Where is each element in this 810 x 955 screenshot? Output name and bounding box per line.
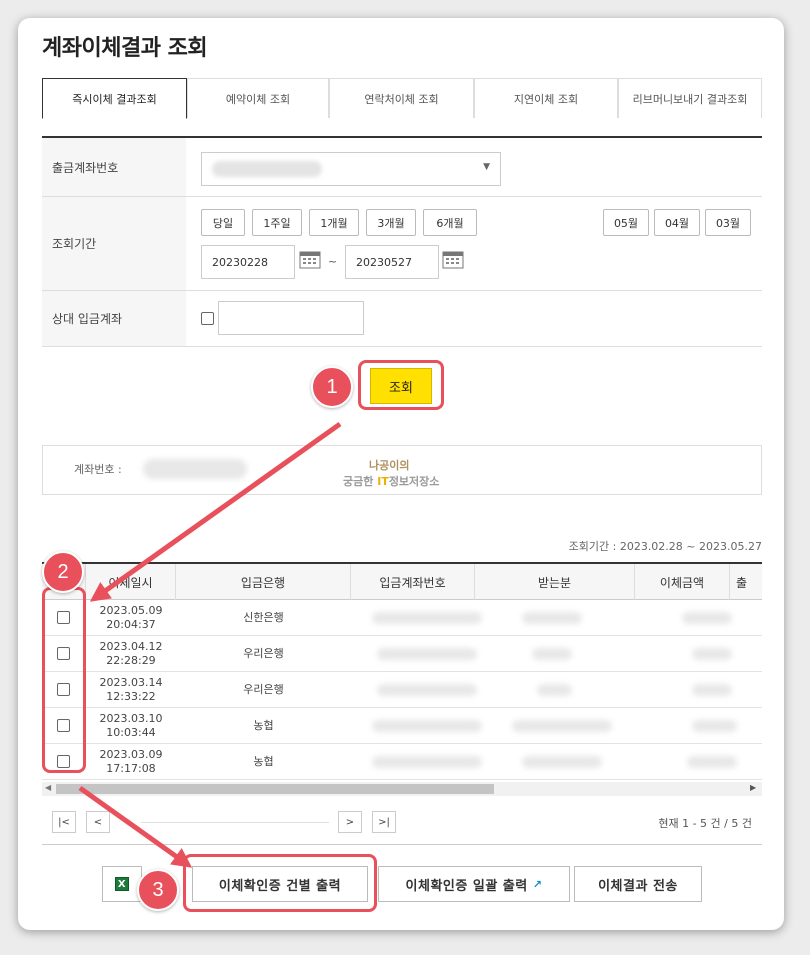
print-all-button[interactable]: 이체확인증 일괄 출력 ↗	[378, 866, 570, 902]
page-title: 계좌이체결과 조회	[42, 36, 208, 61]
chevron-down-icon: ▼	[483, 162, 490, 172]
scrollbar-thumb[interactable]	[56, 784, 494, 794]
counterparty-account-input[interactable]	[218, 301, 364, 335]
table-row[interactable]: 2023.03.14 12:33:22 우리은행	[42, 672, 762, 708]
calendar-icon[interactable]	[299, 249, 321, 269]
checkbox-highlight-box	[42, 587, 86, 773]
table-header: 이체일시 입금은행 입금계좌번호 받는분 이체금액 출	[42, 562, 762, 600]
row-bank: 신한은행	[243, 611, 284, 624]
period-1week-button[interactable]: 1주일	[252, 209, 302, 236]
query-period-info: 조회기간 : 2023.02.28 ~ 2023.05.27	[568, 540, 762, 553]
month-03-button[interactable]: 03월	[705, 209, 751, 236]
header-recipient: 받는분	[475, 564, 635, 600]
divider	[42, 844, 762, 845]
counterparty-account-label: 상대 입금계좌	[42, 291, 186, 346]
first-page-button[interactable]: |<	[52, 811, 76, 833]
pagination-track	[141, 822, 329, 823]
header-bank: 입금은행	[176, 564, 351, 600]
tab-instant-transfer[interactable]: 즉시이체 결과조회	[42, 78, 187, 119]
table-row[interactable]: 2023.03.10 10:03:44 농협	[42, 708, 762, 744]
masked-cell	[682, 612, 732, 624]
row-datetime: 2023.03.10 10:03:44	[99, 712, 163, 739]
step-badge-3: 3	[137, 869, 179, 911]
masked-cell	[377, 684, 477, 696]
period-1month-button[interactable]: 1개월	[309, 209, 359, 236]
masked-cell	[692, 720, 737, 732]
row-bank: 우리은행	[243, 683, 284, 696]
masked-cell	[692, 684, 732, 696]
masked-cell	[532, 648, 572, 660]
masked-cell	[372, 612, 482, 624]
header-amount: 이체금액	[635, 564, 730, 600]
main-card: 계좌이체결과 조회 즉시이체 결과조회 예약이체 조회 연락처이체 조회 지연이…	[18, 18, 784, 930]
masked-account-value	[212, 161, 322, 177]
last-page-button[interactable]: >|	[372, 811, 396, 833]
account-number-label: 출금계좌번호	[42, 138, 186, 196]
row-bank: 우리은행	[243, 647, 284, 660]
header-datetime: 이체일시	[86, 564, 176, 600]
tab-delayed-transfer[interactable]: 지연이체 조회	[474, 78, 618, 118]
calendar-icon[interactable]	[442, 249, 464, 269]
excel-icon: X	[115, 877, 129, 891]
scroll-left-arrow-icon[interactable]: ◀	[45, 783, 51, 792]
period-label: 조회기간	[42, 197, 186, 290]
step-badge-1: 1	[311, 366, 353, 408]
end-date-input[interactable]: 20230527	[345, 245, 439, 279]
table-row[interactable]: 2023.05.09 20:04:37 신한은행	[42, 600, 762, 636]
print-highlight-box	[183, 854, 377, 912]
masked-cell	[372, 756, 482, 768]
masked-cell	[537, 684, 572, 696]
month-05-button[interactable]: 05월	[603, 209, 649, 236]
tab-scheduled-transfer[interactable]: 예약이체 조회	[187, 78, 329, 118]
masked-cell	[372, 720, 482, 732]
masked-cell	[692, 648, 732, 660]
search-button[interactable]: 조회	[370, 368, 432, 404]
table-row[interactable]: 2023.03.09 17:17:08 농협	[42, 744, 762, 780]
print-all-label: 이체확인증 일괄 출력	[405, 878, 528, 894]
watermark-line2: 궁금한 IT정보저장소	[343, 475, 440, 488]
tab-bar: 즉시이체 결과조회 예약이체 조회 연락처이체 조회 지연이체 조회 리브머니보…	[42, 78, 762, 119]
tab-libmoney-transfer[interactable]: 리브머니보내기 결과조회	[618, 78, 762, 118]
account-select[interactable]: ▼	[201, 152, 501, 186]
row-datetime: 2023.03.09 17:17:08	[99, 748, 163, 775]
masked-cell	[377, 648, 477, 660]
row-bank: 농협	[253, 719, 274, 732]
row-datetime: 2023.03.14 12:33:22	[99, 676, 163, 703]
masked-cell	[512, 720, 612, 732]
period-6month-button[interactable]: 6개월	[423, 209, 477, 236]
next-page-button[interactable]: >	[338, 811, 362, 833]
send-result-button[interactable]: 이체결과 전송	[574, 866, 702, 902]
masked-cell	[522, 612, 582, 624]
divider	[42, 346, 762, 347]
excel-download-button[interactable]: X	[102, 866, 142, 902]
header-account-number: 입금계좌번호	[351, 564, 475, 600]
account-number-info-label: 계좌번호 :	[74, 463, 122, 476]
external-link-icon: ↗	[532, 877, 543, 891]
header-truncated: 출	[736, 575, 748, 590]
masked-account-number	[143, 459, 247, 479]
scroll-right-arrow-icon[interactable]: ▶	[750, 783, 756, 792]
period-today-button[interactable]: 당일	[201, 209, 245, 236]
row-datetime: 2023.05.09 20:04:37	[99, 604, 163, 631]
masked-cell	[687, 756, 737, 768]
result-count: 현재 1 - 5 건 / 5 건	[658, 817, 752, 830]
row-bank: 농협	[253, 755, 274, 768]
period-3month-button[interactable]: 3개월	[366, 209, 416, 236]
watermark-line1: 나공이의	[369, 459, 410, 472]
step-badge-2: 2	[42, 551, 84, 593]
date-range-separator: ~	[328, 255, 338, 268]
tab-contact-transfer[interactable]: 연락처이체 조회	[329, 78, 474, 118]
row-datetime: 2023.04.12 22:28:29	[99, 640, 163, 667]
month-04-button[interactable]: 04월	[654, 209, 700, 236]
prev-page-button[interactable]: <	[86, 811, 110, 833]
table-row[interactable]: 2023.04.12 22:28:29 우리은행	[42, 636, 762, 672]
masked-cell	[522, 756, 602, 768]
start-date-input[interactable]: 20230228	[201, 245, 295, 279]
counterparty-checkbox[interactable]	[201, 312, 214, 325]
